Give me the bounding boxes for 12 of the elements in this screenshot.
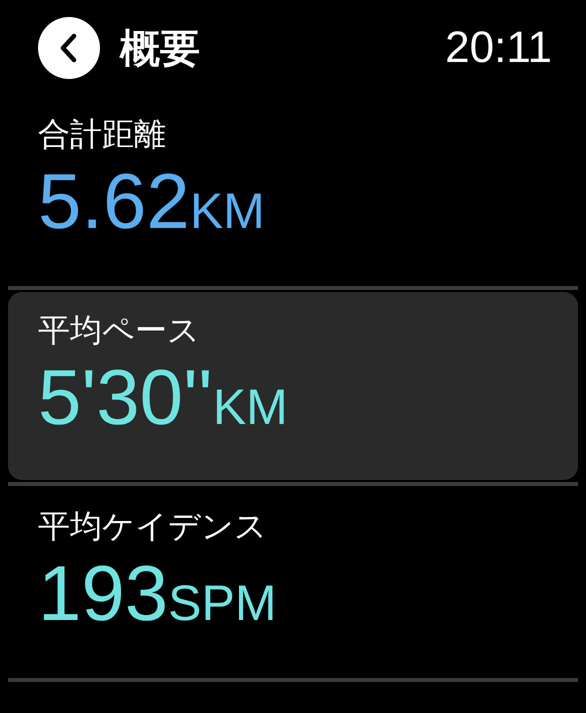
- chevron-left-icon: [59, 33, 79, 63]
- metric-value: 5.62KM: [38, 156, 266, 246]
- metric-row[interactable]: 平均ケイデンス 193SPM: [8, 488, 578, 676]
- metric-card[interactable]: 平均ペース 5'30''KM: [8, 292, 578, 480]
- screen-title: 概要: [120, 26, 201, 72]
- metric-value: 5'30''KM: [38, 352, 289, 442]
- metric-row[interactable]: 合計距離 5.62KM: [8, 96, 578, 284]
- metric-label: 合計距離: [38, 114, 167, 154]
- metric-label: 平均ケイデンス: [38, 506, 268, 546]
- clock-time: 20:11: [445, 23, 552, 73]
- metric-label: 平均ペース: [38, 310, 201, 350]
- metric-value: 193SPM: [38, 548, 278, 638]
